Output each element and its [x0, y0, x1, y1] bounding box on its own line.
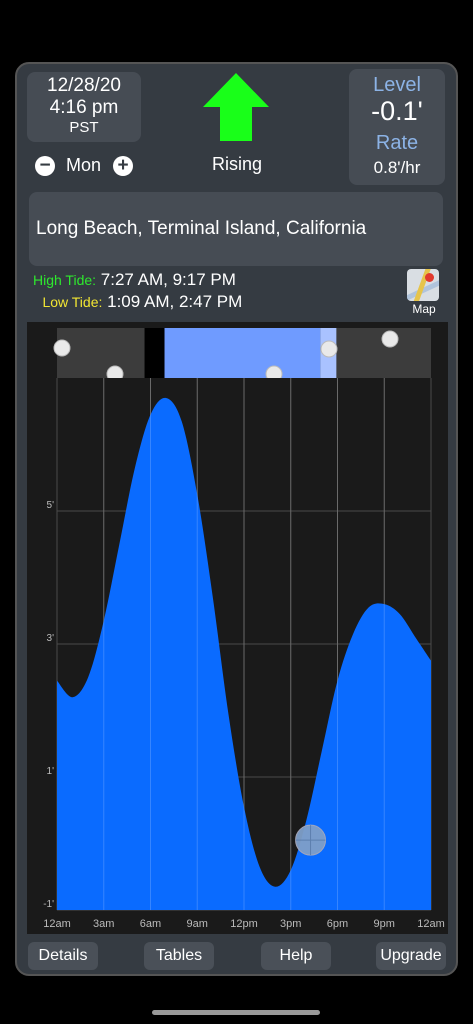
y-axis-labels: -1' 1' 3' 5' [43, 500, 54, 910]
high-tide-times: 7:27 AM, 9:17 PM [100, 270, 236, 289]
x-axis-labels: 12am 3am 6am 9am 12pm 3pm 6pm 9pm 12am [43, 918, 445, 930]
minus-circle-icon[interactable]: − [35, 156, 55, 176]
tide-chart[interactable]: -1' 1' 3' 5' 12am 3am 6am 9am 12pm 3pm 6pm 9pm 12am [27, 322, 448, 934]
map-button[interactable]: Map [407, 269, 441, 317]
up-arrow-icon [203, 73, 269, 141]
level-label: Level [373, 74, 421, 96]
tide-times: High Tide: 7:27 AM, 9:17 PM Low Tide: 1:… [33, 269, 242, 313]
tables-button[interactable]: Tables [144, 942, 214, 970]
dawn-shade [144, 328, 165, 378]
current-level-marker [295, 824, 327, 856]
location-box[interactable]: Long Beach, Terminal Island, California [29, 192, 443, 266]
x-tick-label: 6pm [327, 918, 348, 930]
low-tide-times: 1:09 AM, 2:47 PM [107, 292, 243, 311]
y-tick-label: -1' [43, 899, 54, 910]
day-navigator: − Mon + [35, 154, 139, 178]
x-tick-label: 6am [140, 918, 161, 930]
app-frame: 12/28/20 4:16 pm PST − Mon + Rising Leve… [15, 62, 458, 976]
moon-icon [381, 330, 399, 348]
location-name: Long Beach, Terminal Island, California [36, 218, 367, 239]
x-tick-label: 12am [43, 918, 71, 930]
x-tick-label: 9pm [374, 918, 395, 930]
x-tick-label: 3am [93, 918, 114, 930]
y-tick-label: 3' [47, 633, 55, 644]
help-button[interactable]: Help [261, 942, 331, 970]
upgrade-button[interactable]: Upgrade [376, 942, 446, 970]
day-label: Mon [66, 155, 102, 175]
details-button[interactable]: Details [28, 942, 98, 970]
moon-icon [53, 339, 71, 357]
trend-label: Rising [211, 154, 263, 174]
map-icon [407, 269, 439, 301]
rate-value: 0.8'/hr [373, 158, 421, 177]
time-label: 4:16 pm [49, 97, 119, 118]
x-tick-label: 12pm [230, 918, 258, 930]
y-tick-label: 5' [47, 500, 55, 511]
level-value: -0.1' [371, 96, 423, 126]
tide-chart-svg: -1' 1' 3' 5' 12am 3am 6am 9am 12pm 3pm 6pm 9pm 12am [43, 328, 445, 930]
date-label: 12/28/20 [47, 75, 121, 96]
x-tick-label: 3pm [280, 918, 301, 930]
low-tide-label: Low Tide: [42, 294, 103, 310]
daylight-strip [164, 328, 321, 378]
bottom-toolbar: Details Tables Help Upgrade [17, 940, 456, 974]
x-tick-label: 9am [187, 918, 208, 930]
level-rate-box: Level -0.1' Rate 0.8'/hr [349, 69, 445, 185]
date-time-box: 12/28/20 4:16 pm PST [27, 72, 141, 142]
high-tide-label: High Tide: [33, 272, 97, 288]
x-tick-label: 12am [417, 918, 445, 930]
map-label: Map [412, 302, 436, 316]
y-tick-label: 1' [47, 766, 55, 777]
rate-label: Rate [375, 132, 419, 154]
plus-circle-icon[interactable]: + [113, 156, 133, 176]
home-indicator[interactable] [152, 1010, 320, 1015]
timezone-label: PST [69, 119, 99, 136]
moon-icon [320, 340, 338, 358]
daylight-band [53, 328, 431, 383]
